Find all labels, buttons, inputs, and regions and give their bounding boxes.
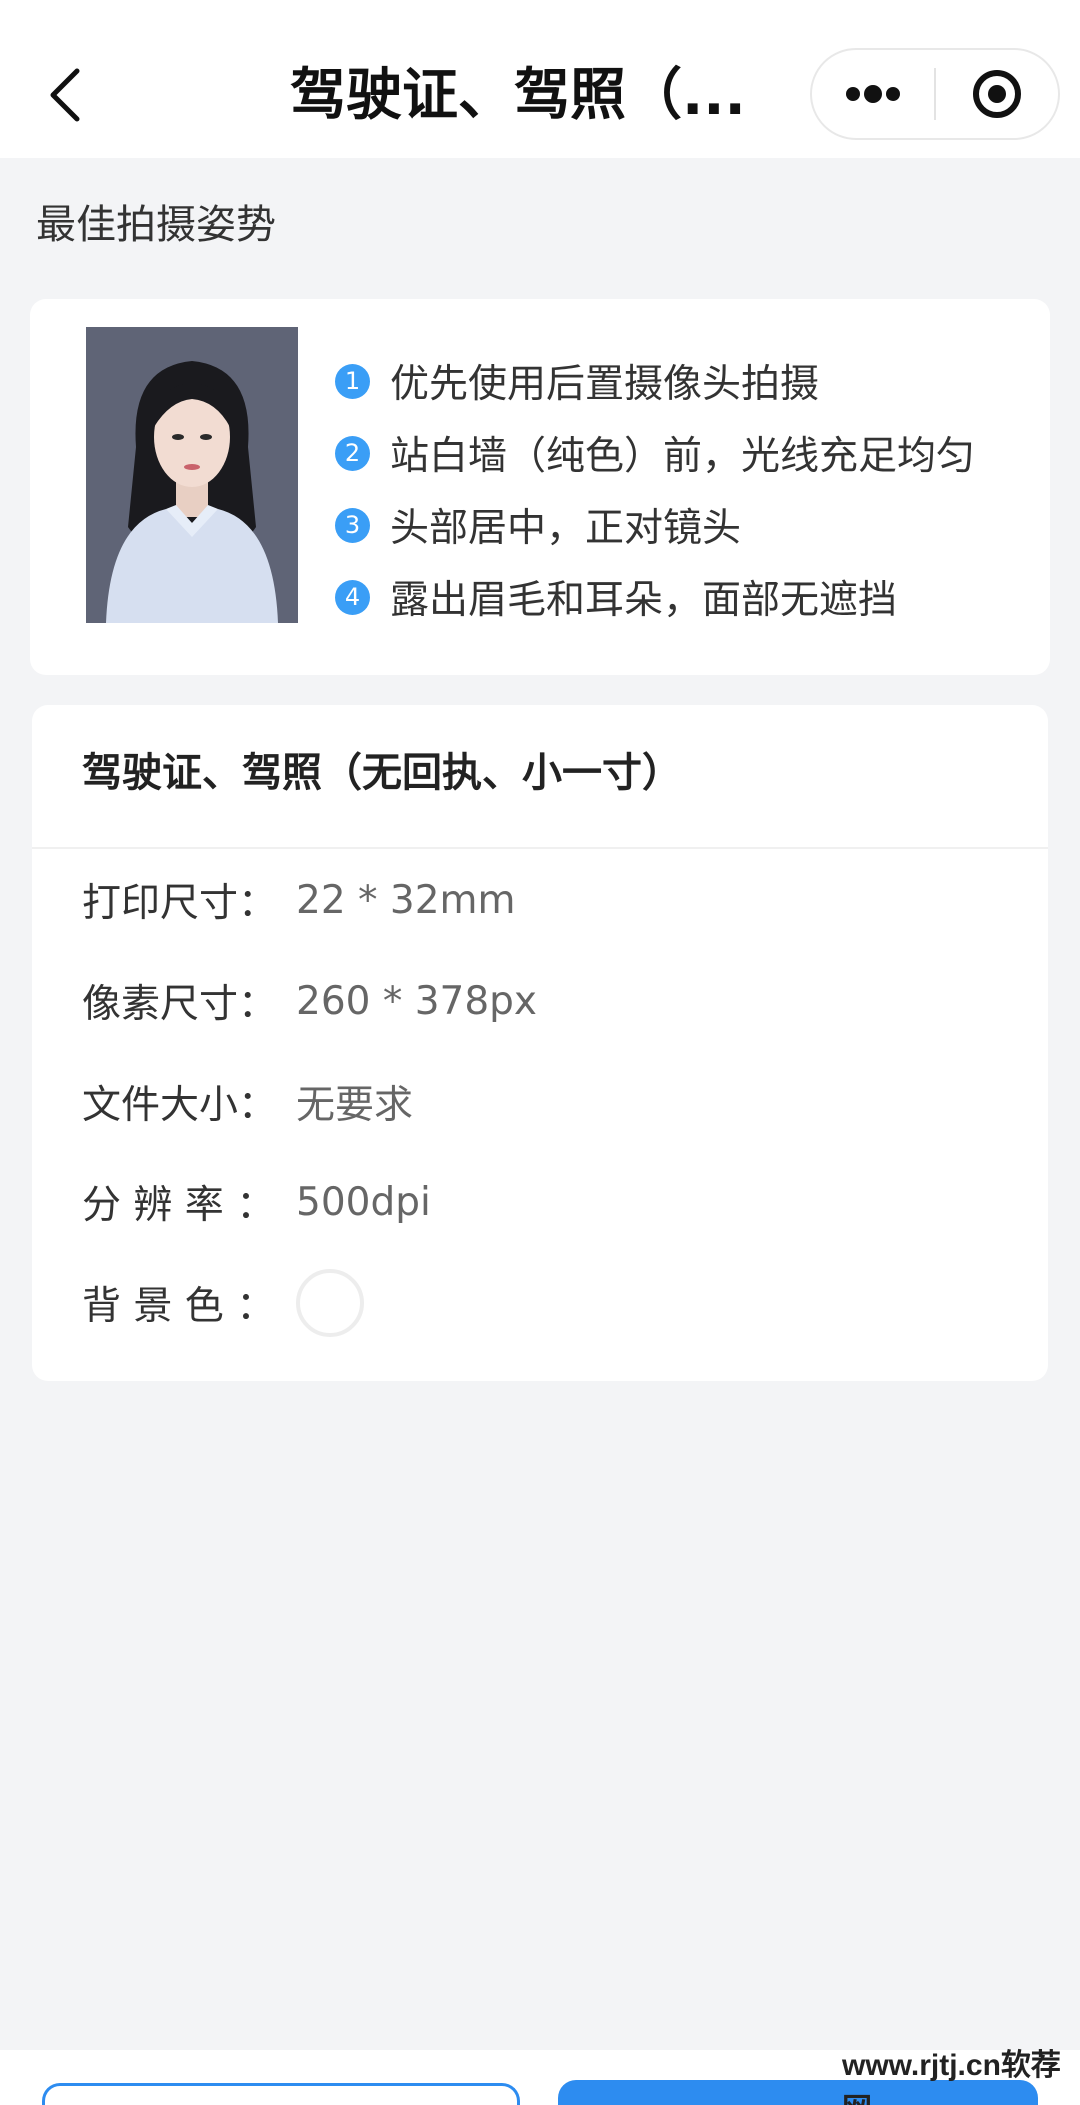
target-circle-icon <box>972 70 1021 118</box>
more-dots-icon <box>846 85 900 103</box>
spec-value: 500dpi <box>296 1179 431 1225</box>
spec-value: 22 * 32mm <box>296 877 516 923</box>
tips-card: 1 优先使用后置摄像头拍摄 2 站白墙（纯色）前，光线充足均匀 3 头部居中，正… <box>30 299 1050 675</box>
spec-label: 打印尺寸： <box>82 881 278 926</box>
tip-number-badge: 1 <box>335 363 370 399</box>
mini-program-capsule <box>810 48 1060 140</box>
tips-list: 1 优先使用后置摄像头拍摄 2 站白墙（纯色）前，光线充足均匀 3 头部居中，正… <box>335 345 1035 633</box>
spec-row-background-color: 背 景 色 ： <box>82 1268 1002 1338</box>
tip-item: 2 站白墙（纯色）前，光线充足均匀 <box>335 417 1035 489</box>
secondary-button[interactable] <box>42 2083 520 2105</box>
spec-card: 驾驶证、驾照（无回执、小一寸） 打印尺寸： 22 * 32mm 像素尺寸： 26… <box>32 705 1048 1381</box>
tip-number-badge: 3 <box>335 507 370 543</box>
spec-row-resolution: 分 辨 率 ： 500dpi <box>82 1167 1002 1237</box>
spec-row-print-size: 打印尺寸： 22 * 32mm <box>82 865 1002 935</box>
more-button[interactable] <box>812 50 934 138</box>
background-color-swatch <box>296 1269 364 1337</box>
tip-item: 1 优先使用后置摄像头拍摄 <box>335 345 1035 417</box>
spec-row-file-size: 文件大小： 无要求 <box>82 1067 1002 1137</box>
tip-text: 优先使用后置摄像头拍摄 <box>390 362 820 407</box>
tip-number-badge: 2 <box>335 435 370 471</box>
tip-text: 露出眉毛和耳朵，面部无遮挡 <box>390 578 898 623</box>
close-button[interactable] <box>936 50 1058 138</box>
spec-row-pixel-size: 像素尺寸： 260 * 378px <box>82 966 1002 1036</box>
sample-photo <box>86 327 298 623</box>
nav-bar: 驾驶证、驾照（... <box>0 0 1080 158</box>
page-title: 驾驶证、驾照（... <box>290 63 746 128</box>
divider <box>32 847 1048 849</box>
tip-number-badge: 4 <box>335 579 370 615</box>
back-button[interactable] <box>30 50 100 140</box>
spec-value: 260 * 378px <box>296 978 538 1024</box>
spec-value: 无要求 <box>296 1083 414 1128</box>
spec-label: 像素尺寸： <box>82 982 278 1027</box>
spec-label: 背 景 色 ： <box>82 1284 276 1329</box>
tip-text: 站白墙（纯色）前，光线充足均匀 <box>390 434 976 479</box>
watermark: www.rjtj.cn软荐网 <box>842 2049 1061 2105</box>
chevron-left-icon <box>50 68 80 122</box>
spec-title: 驾驶证、驾照（无回执、小一寸） <box>82 750 682 796</box>
spec-label: 分 辨 率 ： <box>82 1183 276 1228</box>
portrait-illustration <box>86 327 298 623</box>
section-title: 最佳拍摄姿势 <box>36 202 276 248</box>
spec-label: 文件大小： <box>82 1083 278 1128</box>
tip-item: 3 头部居中，正对镜头 <box>335 489 1035 561</box>
tip-item: 4 露出眉毛和耳朵，面部无遮挡 <box>335 561 1035 633</box>
page: 驾驶证、驾照（... 最佳拍摄姿势 1 优先使用后置摄像头拍摄 2 站白墙（纯色… <box>0 0 1080 2105</box>
tip-text: 头部居中，正对镜头 <box>390 506 742 551</box>
